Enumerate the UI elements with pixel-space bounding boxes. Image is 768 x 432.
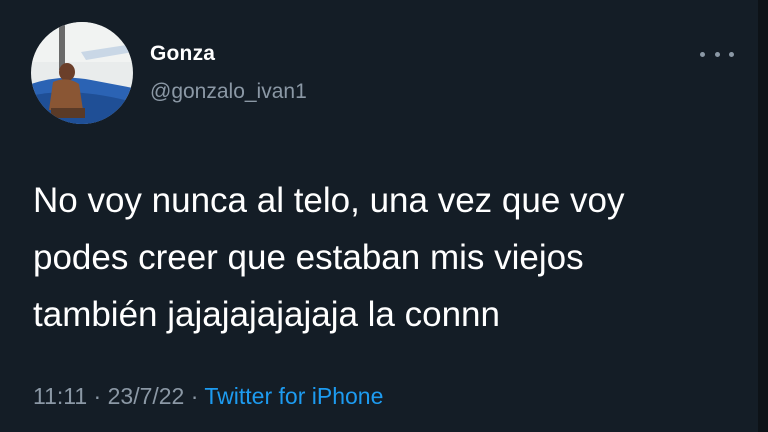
- meta-separator: ·: [93, 383, 102, 409]
- tweet-source-link[interactable]: Twitter for iPhone: [204, 383, 383, 409]
- tweet-card: Gonza @gonzalo_ivan1 No voy nunca al tel…: [0, 0, 768, 432]
- tweet-text-line: podes creer que estaban mis viejos: [33, 238, 584, 277]
- more-dot: [729, 51, 734, 57]
- tweet-text: No voy nunca al telo, una vez que voy po…: [33, 172, 743, 343]
- edge-border: [758, 0, 768, 432]
- more-dot: [714, 51, 720, 57]
- user-handle[interactable]: @gonzalo_ivan1: [150, 80, 307, 104]
- tweet-metadata: 11:11 · 23/7/22 · Twitter for iPhone: [33, 383, 383, 410]
- tweet-time[interactable]: 11:11: [33, 383, 87, 409]
- display-name[interactable]: Gonza: [150, 42, 215, 66]
- tweet-date[interactable]: 23/7/22: [108, 383, 185, 409]
- tweet-text-line: No voy nunca al telo, una vez que voy: [33, 181, 625, 220]
- meta-separator: ·: [190, 383, 199, 409]
- more-dot: [700, 51, 705, 57]
- tweet-text-line: también jajajajajajaja la connn: [33, 295, 500, 334]
- avatar[interactable]: [31, 22, 133, 124]
- more-options-icon[interactable]: [700, 44, 734, 64]
